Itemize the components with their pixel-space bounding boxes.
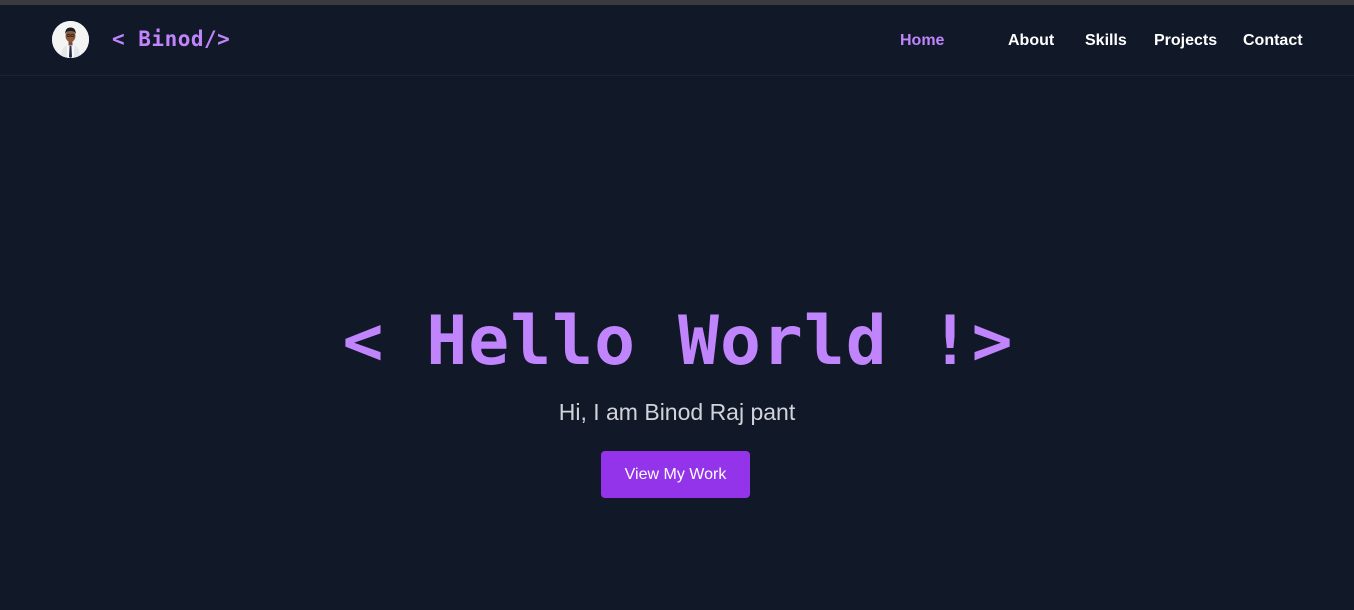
hero-subtitle: Hi, I am Binod Raj pant	[558, 399, 796, 425]
nav-link-about[interactable]: About	[1008, 32, 1054, 50]
nav-link-projects[interactable]: Projects	[1154, 32, 1217, 50]
navbar: < Binod/> Home About Skills Projects Con…	[0, 5, 1354, 76]
profile-photo-icon	[52, 21, 89, 58]
nav-link-home[interactable]: Home	[900, 32, 944, 50]
hero-title: < Hello World !>	[342, 302, 1014, 381]
view-my-work-button[interactable]: View My Work	[601, 451, 750, 498]
nav-link-contact[interactable]: Contact	[1243, 32, 1303, 50]
nav-link-skills[interactable]: Skills	[1085, 32, 1127, 50]
brand-logo[interactable]: < Binod/>	[112, 27, 230, 51]
avatar[interactable]	[52, 21, 89, 58]
